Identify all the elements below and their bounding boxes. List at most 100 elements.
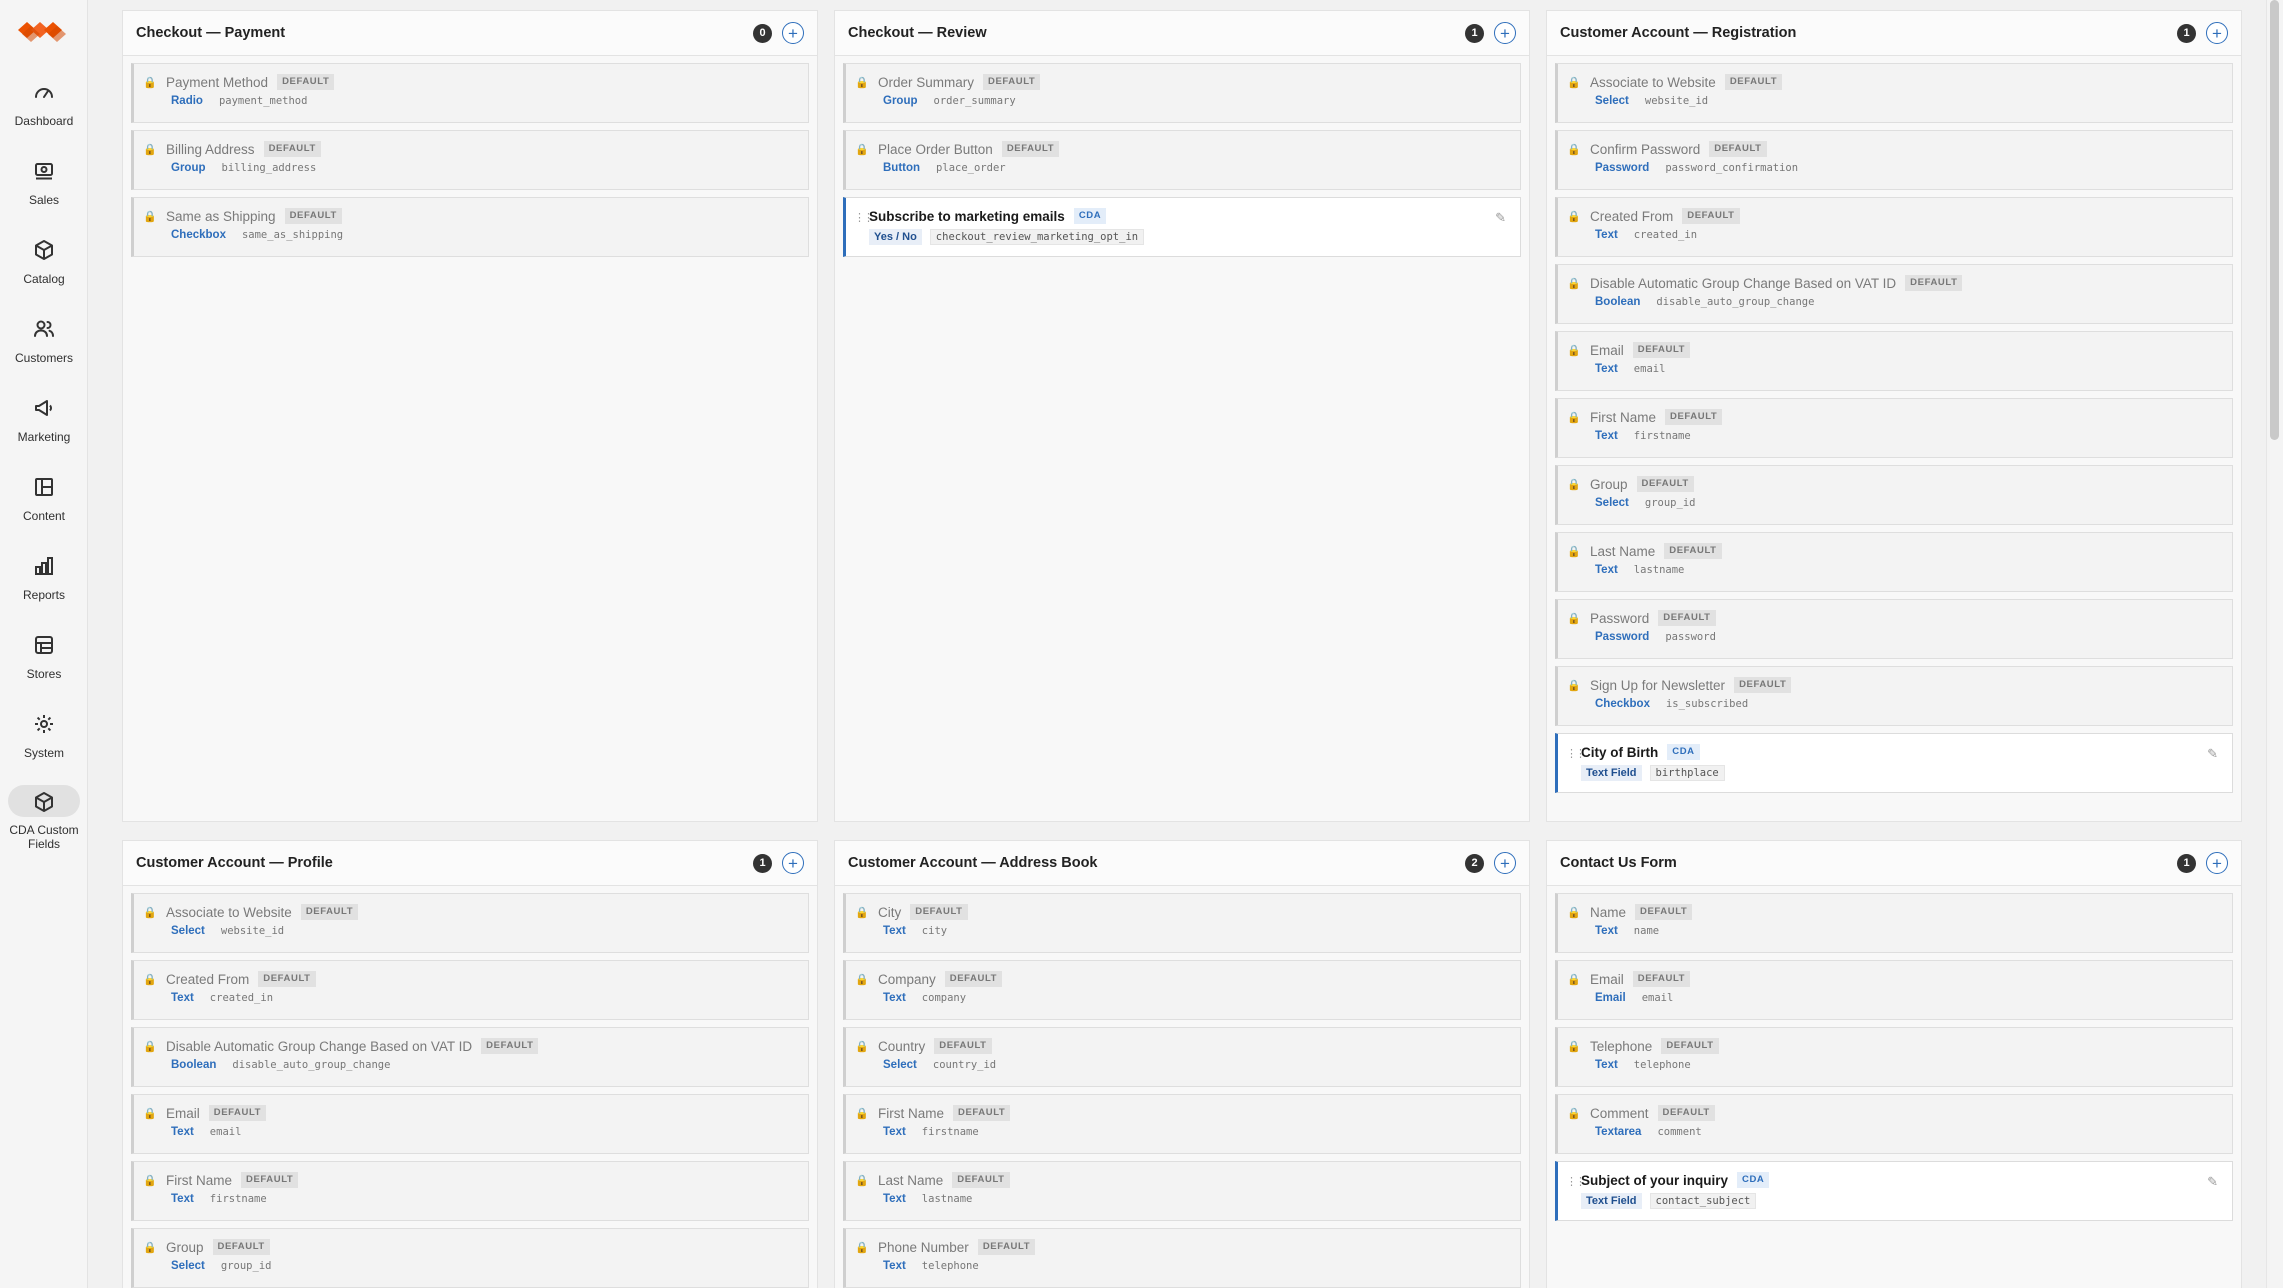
- field-count-badge: 2: [1465, 853, 1484, 873]
- default-field-card: 🔒 Associate to Website DEFAULT Select we…: [1555, 63, 2233, 123]
- field-code: is_subscribed: [1665, 698, 1749, 710]
- field-count-badge: 1: [2177, 853, 2196, 873]
- field-code: password_confirmation: [1665, 162, 1799, 174]
- field-code: website_id: [1644, 95, 1709, 107]
- default-badge: DEFAULT: [263, 141, 321, 157]
- edit-pencil-icon[interactable]: ✎: [1495, 210, 1506, 226]
- field-code: comment: [1657, 1126, 1702, 1138]
- lock-icon: 🔒: [1567, 345, 1581, 357]
- field-code: company: [921, 992, 967, 1004]
- sidebar-item-system[interactable]: System: [4, 709, 84, 773]
- default-field-card: 🔒 Password DEFAULT Password password: [1555, 599, 2233, 659]
- custom-field-card[interactable]: ⋮⋮ Subject of your inquiry CDA Text Fiel…: [1555, 1161, 2233, 1221]
- sidebar-item-cda-custom-fields[interactable]: CDA Custom Fields: [4, 785, 84, 859]
- panel-customer-account-registration: Customer Account — Registration 1 + 🔒 As…: [1546, 10, 2242, 822]
- sidebar-item-label: Content: [22, 509, 66, 523]
- default-badge: DEFAULT: [1001, 141, 1060, 157]
- edit-pencil-icon[interactable]: ✎: [2207, 746, 2218, 762]
- field-code: place_order: [936, 162, 1006, 174]
- lock-icon: 🔒: [855, 1242, 869, 1254]
- field-name: Phone Number: [878, 1239, 969, 1255]
- default-badge: DEFAULT: [1635, 904, 1693, 920]
- default-badge: DEFAULT: [481, 1038, 539, 1054]
- field-type: Text: [1595, 229, 1618, 241]
- default-badge: DEFAULT: [953, 1105, 1011, 1121]
- sidebar-item-sales[interactable]: Sales: [4, 156, 84, 220]
- field-name: City of Birth: [1581, 744, 1659, 760]
- scrollbar[interactable]: [2266, 0, 2283, 1288]
- add-field-button[interactable]: +: [782, 852, 804, 874]
- field-type: Text: [883, 1193, 906, 1205]
- default-badge: DEFAULT: [277, 74, 335, 90]
- sidebar-item-label: Customers: [14, 351, 73, 365]
- default-field-card: 🔒 Comment DEFAULT Textarea comment: [1555, 1094, 2233, 1154]
- field-code: contact_subject: [1649, 1193, 1757, 1209]
- panel-header: Checkout — Payment 0 +: [123, 11, 817, 56]
- field-name: Last Name: [1590, 543, 1656, 559]
- field-name: Billing Address: [166, 141, 255, 157]
- sidebar-item-customers[interactable]: Customers: [4, 314, 84, 378]
- default-field-card: 🔒 Payment Method DEFAULT Radio payment_m…: [131, 63, 809, 123]
- sidebar-item-content[interactable]: Content: [4, 472, 84, 536]
- field-name: Group: [1590, 476, 1628, 492]
- field-name: Subject of your inquiry: [1581, 1172, 1729, 1188]
- panel-checkout-review: Checkout — Review 1 + 🔒 Order Summary DE…: [834, 10, 1530, 822]
- field-type: Text: [883, 1260, 906, 1272]
- field-name: Order Summary: [878, 74, 975, 90]
- default-field-card: 🔒 Order Summary DEFAULT Group order_summ…: [843, 63, 1521, 123]
- default-badge: DEFAULT: [1664, 543, 1722, 559]
- field-code: order_summary: [933, 95, 1016, 107]
- field-code: disable_auto_group_change: [1656, 296, 1815, 308]
- lock-icon: 🔒: [143, 77, 157, 89]
- default-badge: DEFAULT: [1657, 1105, 1715, 1121]
- sidebar-item-reports[interactable]: Reports: [4, 551, 84, 615]
- add-field-button[interactable]: +: [2206, 22, 2228, 44]
- sidebar-item-label: System: [23, 746, 64, 760]
- custom-field-card[interactable]: ⋮⋮ Subscribe to marketing emails CDA Yes…: [843, 197, 1521, 257]
- content-icon: [31, 474, 57, 500]
- lock-icon: 🔒: [855, 1108, 869, 1120]
- lock-icon: 🔒: [1567, 974, 1581, 986]
- lock-icon: 🔒: [1567, 479, 1581, 491]
- field-name: Password: [1590, 610, 1650, 626]
- sidebar-item-catalog[interactable]: Catalog: [4, 235, 84, 299]
- custom-field-card[interactable]: ⋮⋮ City of Birth CDA Text Field birthpla…: [1555, 733, 2233, 793]
- panel-customer-account-address-book: Customer Account — Address Book 2 + 🔒 Ci…: [834, 840, 1530, 1288]
- field-type: Checkbox: [1595, 698, 1650, 710]
- default-badge: DEFAULT: [1661, 1038, 1719, 1054]
- drag-handle-icon[interactable]: ⋮⋮: [1566, 747, 1586, 760]
- field-name: Disable Automatic Group Change Based on …: [1590, 275, 1897, 291]
- add-field-button[interactable]: +: [1494, 22, 1516, 44]
- default-field-card: 🔒 Country DEFAULT Select country_id: [843, 1027, 1521, 1087]
- scrollbar-thumb[interactable]: [2270, 0, 2279, 440]
- field-code: firstname: [1633, 430, 1691, 442]
- field-type: Text: [171, 1126, 194, 1138]
- cda-badge: CDA: [1737, 1172, 1770, 1188]
- field-code: name: [1633, 925, 1660, 937]
- default-field-card: 🔒 Created From DEFAULT Text created_in: [1555, 197, 2233, 257]
- default-field-card: 🔒 Confirm Password DEFAULT Password pass…: [1555, 130, 2233, 190]
- field-name: Created From: [166, 971, 250, 987]
- field-name: Last Name: [878, 1172, 944, 1188]
- drag-handle-icon[interactable]: ⋮⋮: [1566, 1175, 1586, 1188]
- sidebar-item-label: Reports: [22, 588, 66, 602]
- default-badge: DEFAULT: [212, 1239, 270, 1255]
- field-name: Comment: [1590, 1105, 1649, 1121]
- field-type: Password: [1595, 162, 1650, 174]
- panel-header: Contact Us Form 1 +: [1547, 841, 2241, 886]
- lock-icon: 🔒: [143, 1041, 157, 1053]
- edit-pencil-icon[interactable]: ✎: [2207, 1174, 2218, 1190]
- default-field-card: 🔒 Last Name DEFAULT Text lastname: [843, 1161, 1521, 1221]
- panel-contact-us-form: Contact Us Form 1 + 🔒 Name DEFAULT Text …: [1546, 840, 2242, 1288]
- field-type: Text Field: [1581, 1193, 1642, 1209]
- add-field-button[interactable]: +: [1494, 852, 1516, 874]
- sidebar-item-marketing[interactable]: Marketing: [4, 393, 84, 457]
- add-field-button[interactable]: +: [2206, 852, 2228, 874]
- sidebar-item-stores[interactable]: Stores: [4, 630, 84, 694]
- magento-logo[interactable]: [18, 20, 72, 48]
- add-field-button[interactable]: +: [782, 22, 804, 44]
- drag-handle-icon[interactable]: ⋮⋮: [854, 211, 874, 224]
- field-type: Button: [883, 162, 921, 174]
- sidebar-item-dashboard[interactable]: Dashboard: [4, 77, 84, 141]
- field-code: email: [1641, 992, 1674, 1004]
